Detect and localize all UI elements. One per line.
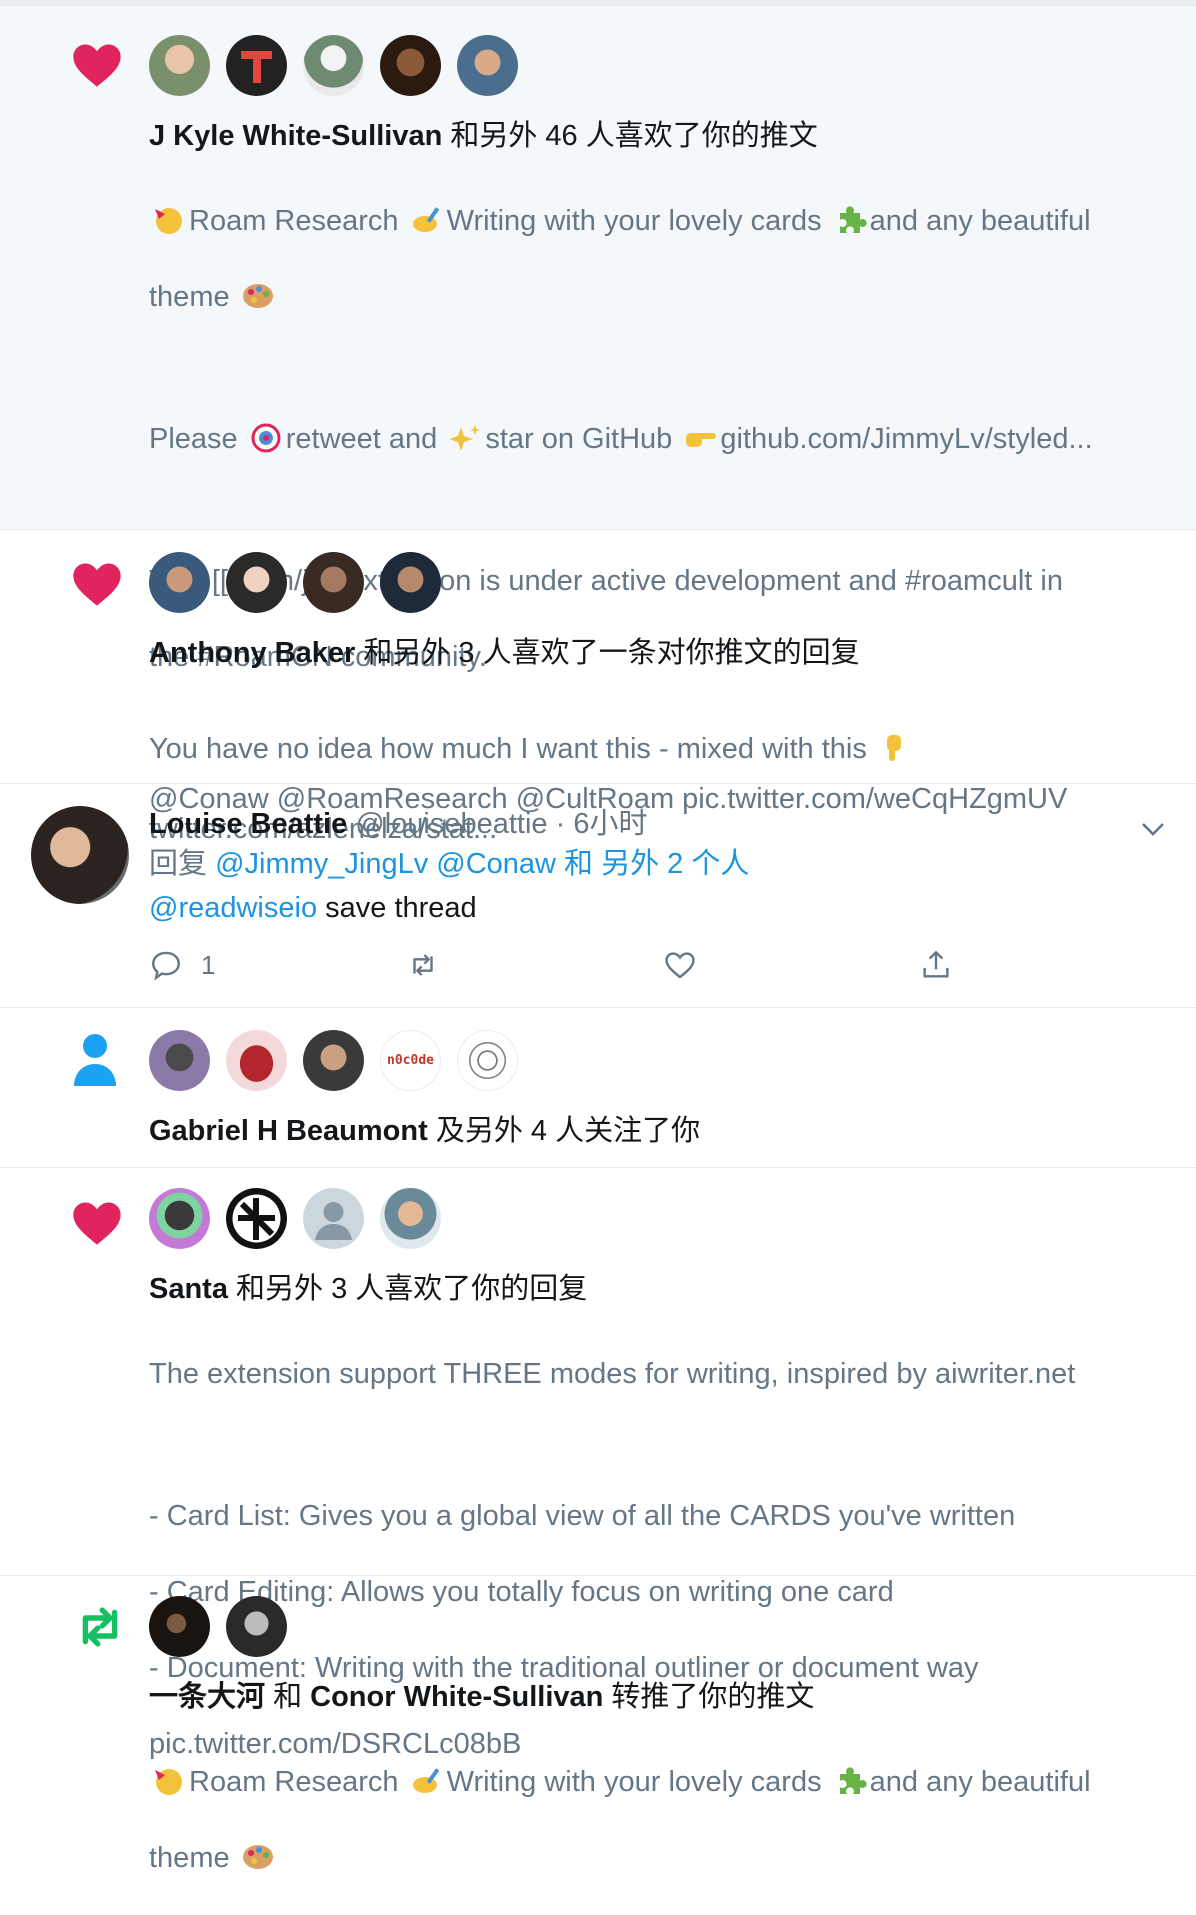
reply-prefix: 回复	[149, 848, 216, 880]
avatar-badge-text: n0c0de	[387, 1053, 434, 1068]
share-icon	[923, 951, 949, 978]
notification-retweet[interactable]: 一条大河 和 Conor White-Sullivan 转推了你的推文 Roam…	[0, 1576, 1196, 1874]
reply-icon	[152, 951, 180, 981]
notifications-feed: J Kyle White-Sullivan 和另外 46 人喜欢了你的推文 Ro…	[0, 0, 1196, 1874]
actor-name[interactable]: Santa	[149, 1273, 228, 1305]
avatar[interactable]	[303, 1188, 364, 1249]
notification-like-3[interactable]: Santa 和另外 3 人喜欢了你的回复 The extension suppo…	[0, 1168, 1196, 1760]
avatar[interactable]	[149, 1030, 210, 1091]
action-text: 和另外 3 人喜欢了你的回复	[227, 1273, 588, 1305]
mention-link[interactable]: @readwiseio	[149, 892, 317, 924]
avatar[interactable]	[380, 1188, 441, 1249]
author-handle[interactable]: @louisebeattie	[355, 808, 547, 840]
tweet-time[interactable]: 6小时	[573, 808, 647, 840]
avatar[interactable]	[457, 1030, 518, 1091]
puzzle-piece-icon	[832, 1766, 868, 1796]
tweet-line: - Card List: Gives you a global view of …	[149, 1500, 1016, 1532]
notification-like-1[interactable]: J Kyle White-Sullivan 和另外 46 人喜欢了你的推文 Ro…	[0, 6, 1196, 815]
retweeter-avatars	[149, 1576, 1176, 1657]
avatar[interactable]	[31, 806, 129, 904]
avatar[interactable]	[226, 1030, 287, 1091]
person-icon	[74, 1034, 116, 1086]
tweet-line: theme	[149, 278, 1176, 316]
reply-context: 回复 @Jimmy_JingLv @Conaw 和 另外 2 个人	[149, 842, 1176, 886]
notification-follow[interactable]: n0c0de Gabriel H Beaumont 及另外 4 人关注了你	[0, 1008, 1196, 1168]
palette-icon	[240, 281, 276, 311]
avatar[interactable]	[303, 35, 364, 96]
avatar[interactable]	[149, 1188, 210, 1249]
retweet-action[interactable]	[406, 948, 663, 982]
heart-icon	[73, 563, 121, 606]
liker-avatars	[149, 6, 1176, 96]
retweet-icon	[82, 1607, 118, 1647]
avatar[interactable]: n0c0de	[380, 1030, 441, 1091]
like-action[interactable]	[663, 948, 920, 982]
avatar[interactable]	[226, 1596, 287, 1657]
tweet-line: Roam Research Writing with your lovely c…	[149, 1763, 1176, 1801]
tweet-line: Roam Research Writing with your lovely c…	[149, 202, 1176, 240]
action-text: 和另外 46 人喜欢了你的推文	[442, 120, 818, 152]
reply-to-users[interactable]: @Jimmy_JingLv @Conaw 和 另外 2 个人	[215, 848, 749, 880]
action-text: 转推了你的推文	[603, 1681, 815, 1713]
reply-count: 1	[201, 949, 216, 980]
separator-dot: ·	[555, 808, 566, 840]
retweet-icon	[413, 954, 433, 976]
pointing-down-icon	[877, 733, 913, 763]
avatar[interactable]	[303, 1030, 364, 1091]
notification-headline: Gabriel H Beaumont 及另外 4 人关注了你	[149, 1113, 1176, 1149]
party-face-icon	[151, 205, 187, 235]
actor-name[interactable]: Gabriel H Beaumont	[149, 1115, 428, 1147]
follower-avatars: n0c0de	[149, 1008, 1176, 1091]
palette-icon	[240, 1842, 276, 1872]
actor-name[interactable]: 一条大河	[149, 1681, 265, 1713]
avatar[interactable]	[380, 552, 441, 613]
action-connector: 和	[265, 1681, 311, 1713]
actor-name-2[interactable]: Conor White-Sullivan	[310, 1681, 603, 1713]
tweet-line: You have no idea how much I want this - …	[149, 729, 1176, 769]
tweet-text[interactable]: Roam Research Writing with your lovely c…	[149, 1725, 1176, 1915]
notification-headline: Santa 和另外 3 人喜欢了你的回复	[149, 1271, 1176, 1307]
chevron-down-icon[interactable]	[1140, 820, 1166, 838]
reply-tweet[interactable]: Louise Beattie @louisebeattie · 6小时 回复 @…	[0, 784, 1196, 1008]
tweet-actions: 1	[149, 948, 1176, 982]
notification-like-2[interactable]: Anthony Baker 和另外 3 人喜欢了一条对你推文的回复 You ha…	[0, 530, 1196, 845]
avatar[interactable]	[149, 35, 210, 96]
action-text: 及另外 4 人关注了你	[427, 1115, 701, 1147]
sparkles-icon	[447, 423, 483, 453]
avatar[interactable]	[226, 35, 287, 96]
notification-headline: J Kyle White-Sullivan 和另外 46 人喜欢了你的推文	[149, 118, 1176, 154]
avatar[interactable]	[380, 35, 441, 96]
puzzle-piece-icon	[832, 205, 868, 235]
avatar[interactable]	[226, 552, 287, 613]
liker-avatars	[149, 1168, 1176, 1249]
liker-avatars	[149, 530, 1176, 613]
share-action[interactable]	[919, 948, 1176, 982]
notification-headline: Anthony Baker 和另外 3 人喜欢了一条对你推文的回复	[149, 635, 1176, 671]
avatar[interactable]	[149, 552, 210, 613]
tweet-body: save thread	[317, 892, 477, 924]
heart-outline-icon	[664, 952, 695, 979]
author-name[interactable]: Louise Beattie	[149, 808, 347, 840]
actor-name[interactable]: J Kyle White-Sullivan	[149, 120, 442, 152]
heart-icon	[73, 1202, 121, 1245]
actor-name[interactable]: Anthony Baker	[149, 637, 355, 669]
avatar[interactable]	[149, 1596, 210, 1657]
avatar[interactable]	[303, 552, 364, 613]
notification-headline: 一条大河 和 Conor White-Sullivan 转推了你的推文	[149, 1679, 1176, 1715]
action-text: 和另外 3 人喜欢了一条对你推文的回复	[355, 637, 860, 669]
tweet-header: Louise Beattie @louisebeattie · 6小时	[149, 784, 1176, 842]
tweet-text: @readwiseio save thread	[149, 886, 1176, 930]
party-face-icon	[151, 1766, 187, 1796]
avatar[interactable]	[457, 35, 518, 96]
writing-hand-icon	[409, 205, 445, 235]
writing-hand-icon	[409, 1766, 445, 1796]
reply-action[interactable]: 1	[149, 948, 406, 982]
pointing-right-icon	[682, 423, 718, 453]
avatar[interactable]	[226, 1188, 287, 1249]
heart-icon	[73, 44, 121, 87]
tweet-line: Please retweet and star on GitHub github…	[149, 423, 1093, 455]
tweet-line: theme	[149, 1839, 1176, 1877]
tweet-line: The extension support THREE modes for wr…	[149, 1358, 1076, 1390]
target-icon	[248, 423, 284, 453]
